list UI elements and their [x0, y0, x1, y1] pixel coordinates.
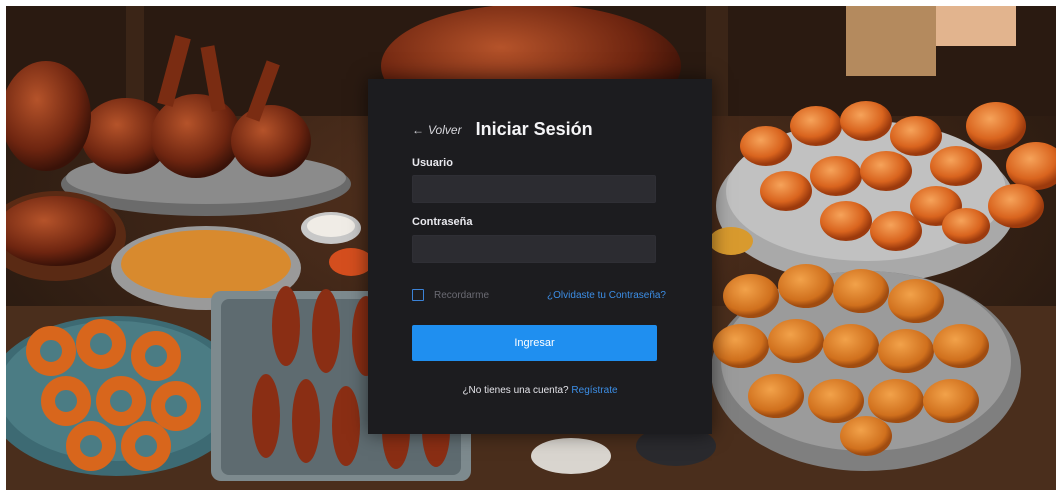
password-input[interactable] [412, 235, 656, 263]
page-title: Iniciar Sesión [475, 119, 593, 139]
login-header: ← Volver Iniciar Sesión [412, 119, 593, 140]
checkbox-icon[interactable] [412, 289, 424, 301]
username-label: Usuario [412, 157, 453, 169]
forgot-password-link[interactable]: ¿Olvidaste tu Contraseña? [547, 290, 666, 301]
login-panel: ← Volver Iniciar Sesión Usuario Contrase… [368, 79, 712, 434]
submit-button[interactable]: Ingresar [412, 325, 657, 361]
signup-prompt: ¿No tienes una cuenta? Regístrate [368, 385, 712, 396]
signup-link[interactable]: Regístrate [571, 385, 617, 396]
remember-label: Recordarme [434, 289, 490, 301]
remember-me[interactable]: Recordarme [412, 289, 489, 301]
page-frame: ← Volver Iniciar Sesión Usuario Contrase… [6, 6, 1056, 490]
signup-prompt-text: ¿No tienes una cuenta? [462, 385, 569, 396]
password-label: Contraseña [412, 216, 473, 228]
back-link[interactable]: ← Volver [412, 123, 462, 137]
arrow-left-icon: ← [412, 122, 424, 137]
username-input[interactable] [412, 175, 656, 203]
back-label: Volver [428, 122, 462, 137]
